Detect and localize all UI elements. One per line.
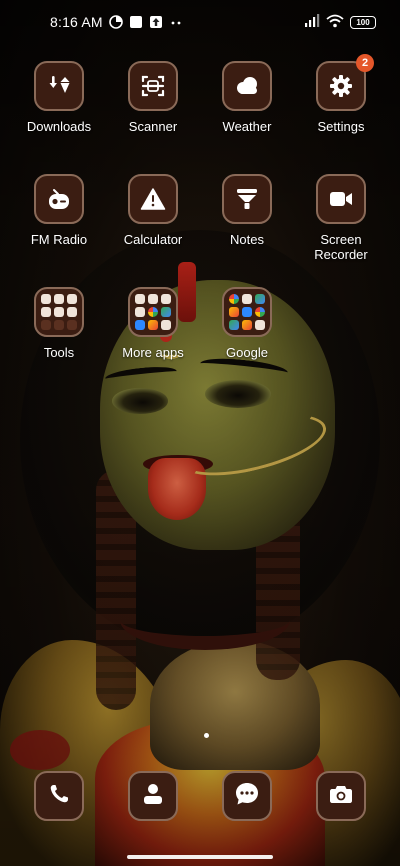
phone-icon	[47, 782, 71, 811]
folder-google[interactable]: Google	[200, 287, 294, 360]
more-dots-icon	[169, 15, 183, 29]
person-icon	[142, 782, 164, 811]
video-camera-icon	[316, 174, 366, 224]
scanner-icon	[128, 61, 178, 111]
folder-icon	[34, 287, 84, 337]
app-label: FM Radio	[30, 232, 88, 247]
folder-label: More apps	[122, 345, 184, 360]
app-scanner[interactable]: Scanner	[106, 61, 200, 134]
app-label: Settings	[317, 119, 365, 134]
app-label-line: Screen	[320, 232, 362, 247]
app-label: Downloads	[26, 119, 92, 134]
folder-tools[interactable]: Tools	[12, 287, 106, 360]
notification-badge: 2	[356, 54, 374, 72]
app-notification-icon	[129, 15, 143, 29]
app-downloads[interactable]: Downloads	[12, 61, 106, 134]
chat-bubble-icon	[234, 781, 260, 812]
app-weather[interactable]: Weather	[200, 61, 294, 134]
folder-label: Tools	[43, 345, 75, 360]
home-gesture-bar[interactable]	[127, 855, 273, 859]
radio-icon	[34, 174, 84, 224]
folder-label: Google	[226, 345, 268, 360]
camera-icon	[329, 783, 353, 810]
data-saver-icon	[108, 15, 123, 29]
signal-icon	[304, 14, 320, 30]
app-label: Weather	[222, 119, 272, 134]
app-label: Calculator	[123, 232, 183, 247]
status-time: 8:16 AM	[50, 14, 103, 30]
app-notes[interactable]: Notes	[200, 174, 294, 247]
status-bar: 8:16 AM 100	[0, 0, 400, 44]
dock-camera[interactable]	[316, 771, 366, 821]
cloud-icon	[222, 61, 272, 111]
app-fm-radio[interactable]: FM Radio	[12, 174, 106, 247]
notes-funnel-icon	[222, 174, 272, 224]
page-indicator-dot	[204, 733, 209, 738]
upload-icon	[149, 15, 163, 29]
app-label-line: Recorder	[314, 247, 368, 262]
app-settings[interactable]: 2 Settings	[294, 54, 388, 134]
dock-contacts[interactable]	[128, 771, 178, 821]
download-icon	[34, 61, 84, 111]
dock-phone[interactable]	[34, 771, 84, 821]
wifi-icon	[326, 14, 344, 31]
app-label: Notes	[230, 232, 264, 247]
app-label: Screen Recorder	[314, 232, 367, 262]
folder-icon	[128, 287, 178, 337]
app-calculator[interactable]: Calculator	[106, 174, 200, 247]
folder-icon	[222, 287, 272, 337]
folder-more-apps[interactable]: More apps	[106, 287, 200, 360]
gear-icon: 2	[316, 54, 374, 111]
dock-messages[interactable]	[222, 771, 272, 821]
app-label: Scanner	[128, 119, 178, 134]
app-screen-recorder[interactable]: Screen Recorder	[294, 174, 388, 262]
battery-icon: 100	[350, 15, 376, 29]
warning-triangle-icon	[128, 174, 178, 224]
